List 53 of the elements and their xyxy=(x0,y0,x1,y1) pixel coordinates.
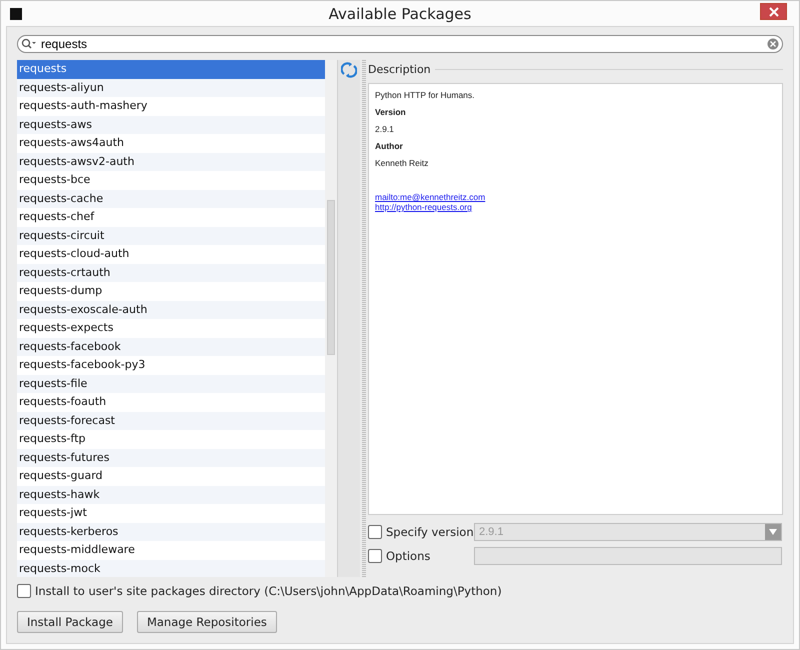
link[interactable]: http://python-requests.org xyxy=(375,202,472,212)
package-item[interactable]: requests-hawk xyxy=(17,486,325,504)
package-item[interactable]: requests-bce xyxy=(17,171,325,190)
install-package-button[interactable]: Install Package xyxy=(17,611,123,633)
version-label: Version xyxy=(375,107,407,119)
package-item[interactable]: requests-ftp xyxy=(17,430,325,448)
description-heading: Description xyxy=(368,62,431,76)
package-item[interactable]: requests-crtauth xyxy=(17,264,325,282)
package-item[interactable]: requests-auth-mashery xyxy=(17,97,325,116)
package-item[interactable]: requests-cache xyxy=(17,190,325,208)
specify-version-label: Specify version xyxy=(386,525,474,539)
checkbox[interactable] xyxy=(368,549,382,563)
author-value: Kenneth Reitz xyxy=(375,158,430,170)
package-item[interactable]: requests-forecast xyxy=(17,412,325,430)
package-item[interactable]: requests-mock xyxy=(17,560,325,577)
link[interactable]: mailto:me@kennethreitz.com xyxy=(375,192,486,202)
install-to-user-label: Install to user's site packages directory (C:\Users\john\AppData\Roaming\Python) xyxy=(35,584,502,598)
package-item[interactable]: requests-aws4auth xyxy=(17,134,325,152)
checkbox[interactable] xyxy=(368,525,382,539)
package-item[interactable]: requests-file xyxy=(17,374,325,393)
package-item[interactable]: requests-chef xyxy=(17,208,325,226)
app-logo-icon xyxy=(10,8,22,20)
package-item[interactable]: requests-facebook xyxy=(17,338,325,356)
version-value: 2.9.1 xyxy=(375,124,395,136)
clear-icon[interactable] xyxy=(767,38,779,50)
package-item[interactable]: requests-cloud-auth xyxy=(17,245,325,264)
package-item[interactable]: requests xyxy=(17,60,325,78)
close-icon xyxy=(768,6,778,16)
package-item[interactable]: requests-kerberos xyxy=(17,522,325,541)
search-field[interactable]: requests xyxy=(17,35,783,53)
window-title: Available Packages xyxy=(328,4,472,22)
package-item[interactable]: requests-exoscale-auth xyxy=(17,300,325,319)
package-item[interactable]: requests-facebook-py3 xyxy=(17,356,325,374)
close-button[interactable] xyxy=(760,3,787,20)
dropdown-arrow-icon xyxy=(769,529,777,535)
package-item[interactable]: requests-expects xyxy=(17,319,325,338)
scrollbar-thumb[interactable] xyxy=(327,200,335,355)
refresh-icon[interactable] xyxy=(341,62,357,78)
package-item[interactable]: requests-foauth xyxy=(17,393,325,412)
manage-repositories-button[interactable]: Manage Repositories xyxy=(136,611,277,633)
package-item[interactable]: requests-aliyun xyxy=(17,78,325,97)
package-item[interactable]: requests-dump xyxy=(17,282,325,300)
package-item[interactable]: requests-circuit xyxy=(17,226,325,245)
package-item[interactable]: requests-futures xyxy=(17,448,325,467)
package-item[interactable]: requests-jwt xyxy=(17,504,325,522)
author-label: Author xyxy=(375,141,404,153)
package-item[interactable]: requests-guard xyxy=(17,467,325,486)
package-item[interactable]: requests-aws xyxy=(17,116,325,134)
options-label: Options xyxy=(386,549,430,563)
package-summary: Python HTTP for Humans. xyxy=(375,90,476,102)
package-item[interactable]: requests-awsv2-auth xyxy=(17,152,325,171)
package-item[interactable]: requests-middleware xyxy=(17,541,325,560)
checkbox[interactable] xyxy=(17,584,31,598)
